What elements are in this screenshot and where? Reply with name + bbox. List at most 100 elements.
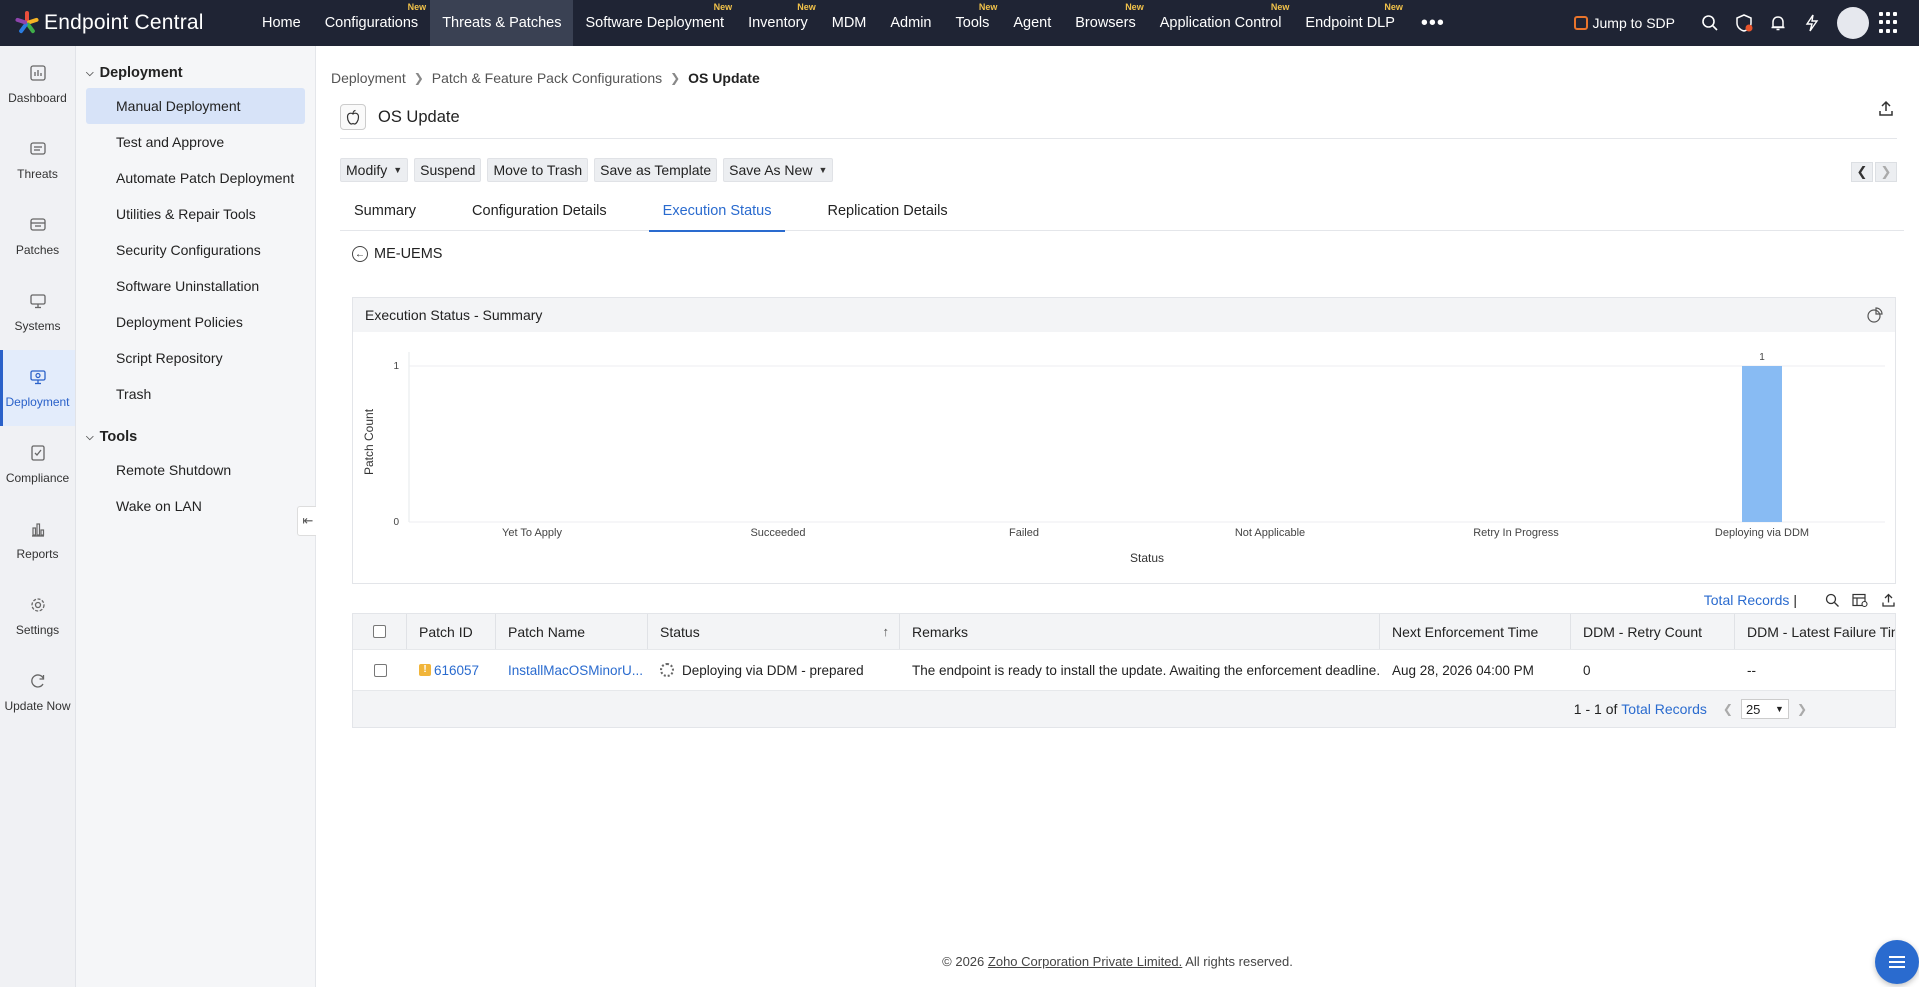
x-tick-label: Retry In Progress [1473, 527, 1559, 539]
nav-item-home[interactable]: Home [250, 0, 313, 46]
rail-item-compliance[interactable]: Compliance [0, 426, 75, 502]
patch-id-cell: ! 616057 [407, 650, 496, 690]
back-link[interactable]: ← ME-UEMS [352, 246, 442, 262]
modify-button[interactable]: Modify ▼ [340, 158, 409, 182]
tab-execution-status[interactable]: Execution Status [648, 194, 786, 232]
export-icon[interactable] [1877, 100, 1897, 120]
nav-item-mdm[interactable]: MDM [820, 0, 879, 46]
apple-icon [340, 104, 366, 130]
nav-item-tools[interactable]: Tools New [944, 0, 1002, 46]
total-records-link[interactable]: Total Records [1704, 592, 1790, 608]
move-to-trash-button[interactable]: Move to Trash [487, 158, 589, 182]
sidebar-item-security-configurations[interactable]: Security Configurations [86, 232, 305, 268]
patch-name-link[interactable]: InstallMacOSMinorU... [508, 663, 643, 678]
rail-item-update-now[interactable]: Update Now [0, 654, 75, 730]
search-icon[interactable] [1693, 0, 1727, 46]
tab-configuration-details[interactable]: Configuration Details [458, 194, 621, 231]
total-records-footer-link[interactable]: Total Records [1621, 701, 1707, 717]
rail-item-reports[interactable]: Reports [0, 502, 75, 578]
column-header-patch-name[interactable]: Patch Name [496, 614, 648, 649]
sidebar-item-wake-on-lan[interactable]: Wake on LAN [86, 488, 305, 524]
column-header-patch-id[interactable]: Patch ID [407, 614, 496, 649]
sort-ascending-icon[interactable]: ↑ [883, 624, 890, 639]
chart-panel-title: Execution Status - Summary [365, 307, 543, 323]
column-chooser-icon[interactable] [1851, 591, 1869, 609]
previous-page-icon[interactable]: ❮ [1723, 702, 1733, 716]
search-icon[interactable] [1823, 591, 1841, 609]
page-header: OS Update [340, 104, 460, 130]
nav-item-endpoint-dlp[interactable]: Endpoint DLP New [1293, 0, 1406, 46]
page-size-select[interactable]: 25 ▼ [1740, 699, 1789, 719]
rail-item-patches[interactable]: Patches [0, 198, 75, 274]
row-checkbox[interactable] [373, 663, 387, 677]
table-header: Patch ID Patch Name Status ↑ Remarks Next Enf… [353, 614, 1895, 650]
sidebar-item-test-and-approve[interactable]: Test and Approve [86, 124, 305, 160]
new-badge: New [978, 2, 998, 12]
column-header-label: Patch Name [508, 623, 586, 640]
table-tools: Total Records | [1704, 591, 1897, 609]
nav-item-browsers[interactable]: Browsers New [1063, 0, 1147, 46]
column-header-remarks[interactable]: Remarks [900, 614, 1380, 649]
pie-chart-icon[interactable] [1867, 307, 1883, 323]
company-link[interactable]: Zoho Corporation Private Limited. [988, 954, 1182, 969]
export-icon[interactable] [1879, 591, 1897, 609]
select-all-checkbox[interactable] [373, 625, 386, 638]
quick-actions-icon[interactable] [1795, 0, 1829, 46]
rail-item-settings[interactable]: Settings [0, 578, 75, 654]
save-as-new-button[interactable]: Save As New ▼ [723, 158, 834, 182]
column-header-ddm-latest-failure-time[interactable]: DDM - Latest Failure Time [1735, 614, 1895, 649]
next-icon[interactable]: ❯ [1875, 162, 1897, 182]
rail-item-deployment[interactable]: Deployment [0, 350, 75, 426]
sidebar-item-utilities-repair-tools[interactable]: Utilities & Repair Tools [86, 196, 305, 232]
more-menu-icon[interactable]: ••• [1407, 0, 1459, 46]
nav-item-configurations[interactable]: Configurations New [313, 0, 431, 46]
column-header-ddm-retry-count[interactable]: DDM - Retry Count [1571, 614, 1735, 649]
sidebar-item-software-uninstallation[interactable]: Software Uninstallation [86, 268, 305, 304]
help-menu-button[interactable] [1875, 940, 1919, 984]
rail-item-dashboard[interactable]: Dashboard [0, 46, 75, 122]
tab-summary[interactable]: Summary [340, 194, 430, 231]
sidebar-item-script-repository[interactable]: Script Repository [86, 340, 305, 376]
x-tick-label: Deploying via DDM [1715, 527, 1809, 539]
sidebar-item-deployment-policies[interactable]: Deployment Policies [86, 304, 305, 340]
sidebar-item-trash[interactable]: Trash [86, 376, 305, 412]
notification-bell-icon[interactable] [1761, 0, 1795, 46]
next-page-icon[interactable]: ❯ [1797, 702, 1807, 716]
patch-id-link[interactable]: 616057 [434, 663, 479, 678]
chevron-down-icon: ▼ [393, 165, 403, 175]
x-tick-label: Yet To Apply [502, 527, 562, 539]
suspend-button[interactable]: Suspend [414, 158, 482, 182]
sidebar-item-automate-patch-deployment[interactable]: Automate Patch Deployment [86, 160, 305, 196]
sidebar-item-manual-deployment[interactable]: Manual Deployment [86, 88, 305, 124]
nav-item-application-control[interactable]: Application Control New [1148, 0, 1294, 46]
nav-item-software-deployment[interactable]: Software Deployment New [573, 0, 736, 46]
rail-item-label: Update Now [4, 699, 71, 713]
nav-item-admin[interactable]: Admin [878, 0, 943, 46]
previous-icon[interactable]: ❮ [1851, 162, 1873, 182]
rail-item-systems[interactable]: Systems [0, 274, 75, 350]
app-launcher-icon[interactable] [1879, 12, 1901, 34]
breadcrumb-item-patch-feature-pack-configurations[interactable]: Patch & Feature Pack Configurations [432, 70, 662, 86]
nav-item-threats-patches[interactable]: Threats & Patches [430, 0, 574, 46]
new-badge: New [1125, 2, 1144, 12]
new-badge: New [1270, 2, 1290, 12]
sidebar-item-remote-shutdown[interactable]: Remote Shutdown [86, 452, 305, 488]
tab-replication-details[interactable]: Replication Details [813, 194, 961, 231]
sidebar-section-deployment[interactable]: ⌵ Deployment [76, 58, 315, 88]
rail-item-label: Settings [15, 623, 60, 637]
rail-item-threats[interactable]: Threats [0, 122, 75, 198]
column-header-status[interactable]: Status ↑ [648, 614, 900, 649]
jump-to-sdp-link[interactable]: Jump to SDP [1573, 15, 1675, 31]
save-as-template-button[interactable]: Save as Template [594, 158, 718, 182]
user-avatar[interactable] [1837, 7, 1869, 39]
top-navigation-bar: Endpoint Central Home Configurations New Th… [0, 0, 1919, 46]
sidebar-section-tools[interactable]: ⌵ Tools [76, 422, 315, 452]
nav-item-agent[interactable]: Agent [1001, 0, 1063, 46]
nav-item-label: Configurations [324, 15, 419, 31]
column-header-next-enforcement-time[interactable]: Next Enforcement Time [1380, 614, 1571, 649]
breadcrumb-item-deployment[interactable]: Deployment [331, 70, 406, 86]
brand[interactable]: Endpoint Central [0, 0, 250, 46]
action-toolbar: Modify ▼ Suspend Move to Trash Save as Te… [340, 158, 834, 182]
security-alert-icon[interactable] [1727, 0, 1761, 46]
nav-item-inventory[interactable]: Inventory New [736, 0, 820, 46]
